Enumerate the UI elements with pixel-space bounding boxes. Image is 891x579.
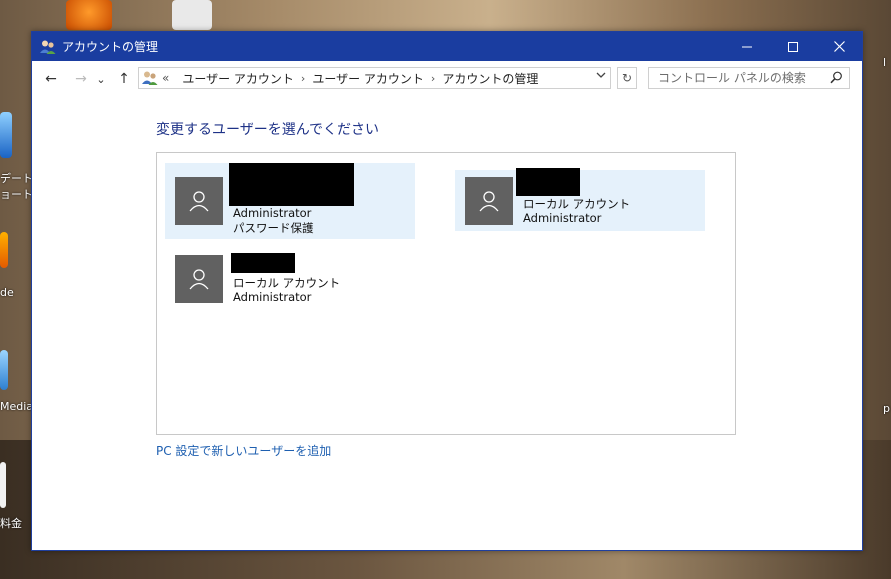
accounts-panel: Administrator パスワード保護 ローカル アカウント Adminis… [156,152,736,435]
avatar [175,177,223,225]
breadcrumb-user-accounts[interactable]: ユーザー アカウント [182,70,294,87]
users-icon [40,39,56,55]
breadcrumb-manage-accounts[interactable]: アカウントの管理 [442,70,538,87]
close-icon [833,41,845,52]
avatar [465,177,513,225]
user-icon [189,269,209,290]
chevron-down-icon: ⌄ [96,72,106,86]
document-icon[interactable] [172,0,212,30]
user-icon [189,191,209,212]
account-type: ローカル アカウント [233,276,341,290]
back-button[interactable]: ← [39,67,63,91]
add-user-link[interactable]: PC 設定で新しいユーザーを追加 [156,442,331,459]
redacted-username [231,253,295,273]
chevron-down-icon[interactable] [596,70,606,83]
breadcrumb-user-accounts[interactable]: ユーザー アカウント [312,70,424,87]
account-tile[interactable]: Administrator パスワード保護 [165,163,415,239]
arrow-left-icon: ← [45,71,57,87]
recent-locations-button[interactable]: ⌄ [93,67,109,91]
desktop-label[interactable]: p [883,402,890,415]
arrow-up-icon: ↑ [118,71,130,87]
refresh-icon: ↻ [621,71,633,85]
account-role: Administrator [233,290,312,304]
account-role: Administrator [523,211,602,225]
breadcrumb-separator[interactable]: › [301,72,305,85]
desktop-label[interactable]: 料金 [0,515,22,531]
account-status: パスワード保護 [233,221,314,235]
overflow-breadcrumb[interactable]: « [162,71,169,85]
close-button[interactable] [816,32,862,61]
redacted-username [229,163,354,206]
window-title: アカウントの管理 [62,40,159,54]
minimize-icon [742,46,752,47]
minimize-button[interactable] [724,32,770,61]
file-icon[interactable] [0,462,6,508]
up-button[interactable]: ↑ [112,67,136,91]
desktop-app-icon[interactable] [0,112,12,158]
desktop-label[interactable]: Media [0,400,33,413]
search-box[interactable] [648,67,850,89]
desktop-label[interactable]: l [883,56,886,69]
avatar [175,255,223,303]
arrow-right-icon: → [75,71,87,87]
user-icon [479,191,499,212]
breadcrumb-separator[interactable]: › [431,72,435,85]
account-type: ローカル アカウント [523,197,631,211]
title-bar[interactable]: アカウントの管理 [32,32,862,61]
search-input[interactable] [656,70,830,86]
media-app-icon[interactable] [0,350,8,390]
account-tile[interactable]: ローカル アカウント Administrator [165,249,415,309]
page-title: 変更するユーザーを選んでください [156,122,380,138]
redacted-username [516,168,580,196]
account-type: Administrator [233,206,312,220]
account-tile[interactable]: ローカル アカウント Administrator [455,168,705,231]
refresh-button[interactable]: ↻ [617,67,637,89]
firefox-icon[interactable] [0,232,8,268]
maximize-icon [788,41,798,52]
update-app-icon[interactable] [66,0,112,30]
account-management-window: アカウントの管理 ← → ⌄ ↑ « ユーザー アカウント › ユーザー アカウ… [31,31,863,551]
users-icon [142,70,158,86]
desktop-label[interactable]: de [0,286,14,299]
search-icon[interactable] [830,71,843,87]
maximize-button[interactable] [770,32,816,61]
address-bar[interactable]: « ユーザー アカウント › ユーザー アカウント › アカウントの管理 [138,67,611,89]
forward-button[interactable]: → [69,67,93,91]
navigation-bar: ← → ⌄ ↑ « ユーザー アカウント › ユーザー アカウント › アカウン… [32,61,862,97]
